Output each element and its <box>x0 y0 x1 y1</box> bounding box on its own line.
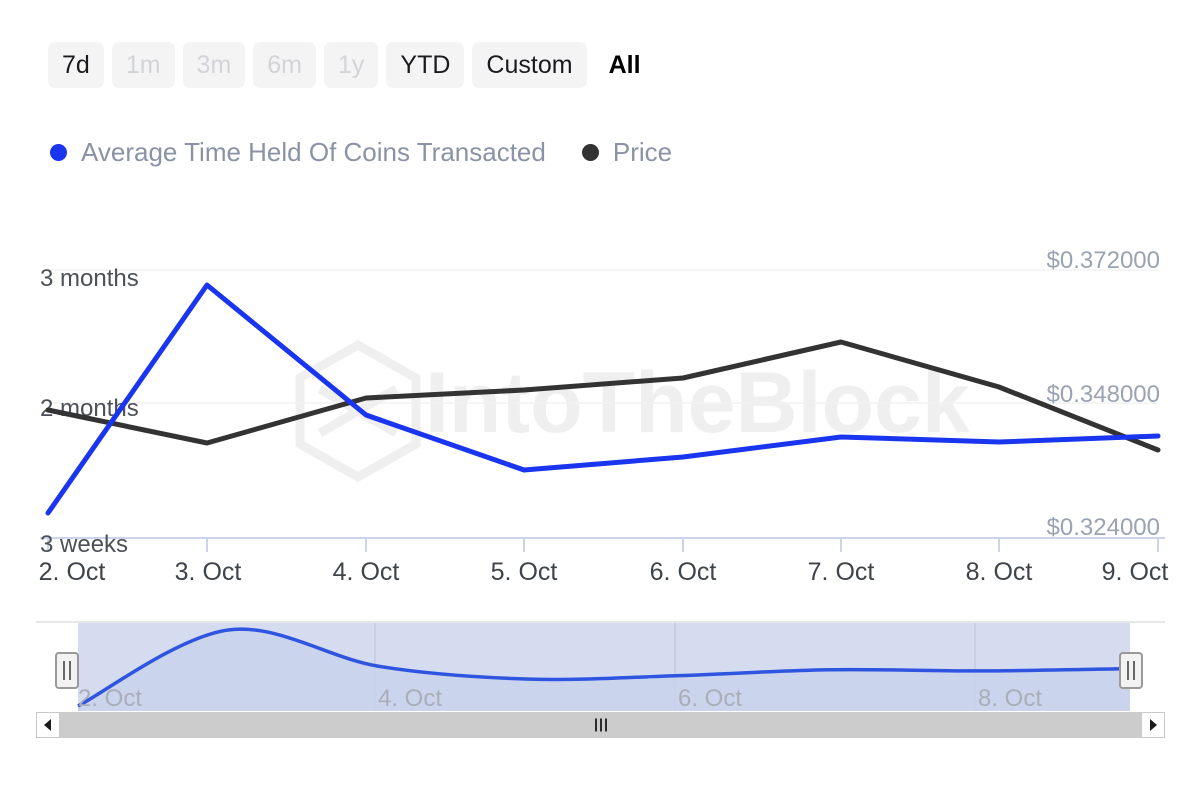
y-axis-right-tick-2: $0.348000 <box>1047 381 1160 408</box>
navigator-series-area <box>78 629 1130 711</box>
series-dot-icon <box>50 144 67 161</box>
y-axis-left-tick-2: 2 months <box>40 395 139 422</box>
y-axis-right-tick-1: $0.324000 <box>1047 514 1160 541</box>
chart-scrollbar[interactable] <box>36 712 1165 738</box>
range-button-7d[interactable]: 7d <box>48 42 104 88</box>
x-axis-label-0: 2. Oct <box>39 558 106 586</box>
y-axis-left-tick-1: 3 weeks <box>40 531 128 558</box>
x-axis-label-7: 9. Oct <box>1102 558 1169 586</box>
intotheblock-watermark: IntoTheBlock <box>300 345 970 477</box>
x-axis-label-5: 7. Oct <box>808 558 875 586</box>
navigator-labels: 2. Oct 4. Oct 6. Oct 8. Oct <box>78 685 1042 712</box>
chart-plot-area: IntoTheBlock <box>0 0 1200 800</box>
series-line-price <box>48 342 1158 450</box>
navigator-handle-left[interactable] <box>56 653 78 688</box>
y-axis-left-labels: 3 months 2 months 3 weeks <box>40 265 139 558</box>
x-axis-label-6: 8. Oct <box>966 558 1033 586</box>
chart-legend: Average Time Held Of Coins Transacted Pr… <box>50 130 708 174</box>
triangle-left-icon <box>43 719 53 731</box>
x-axis-label-1: 3. Oct <box>175 558 242 586</box>
navigator-label-3: 8. Oct <box>978 685 1042 712</box>
series-line-average-time-held <box>48 285 1158 513</box>
chart-page: 7d 1m 3m 6m 1y YTD Custom All Average Ti… <box>0 0 1200 800</box>
grip-bars-icon[interactable] <box>595 719 607 732</box>
legend-item-price[interactable]: Price <box>582 137 672 168</box>
gridlines <box>48 270 1158 403</box>
legend-label-price: Price <box>613 137 672 168</box>
legend-item-average-time-held[interactable]: Average Time Held Of Coins Transacted <box>50 137 546 168</box>
y-axis-right-tick-3: $0.372000 <box>1047 247 1160 274</box>
x-axis-label-3: 5. Oct <box>491 558 558 586</box>
range-button-custom[interactable]: Custom <box>472 42 586 88</box>
scrollbar-left-arrow-button[interactable] <box>36 712 60 738</box>
x-axis-labels: 2. Oct 3. Oct 4. Oct 5. Oct 6. Oct 7. Oc… <box>39 558 1169 586</box>
x-axis-ticks <box>48 538 1158 552</box>
scrollbar-right-arrow-button[interactable] <box>1141 712 1165 738</box>
legend-label-average-time-held: Average Time Held Of Coins Transacted <box>81 137 546 168</box>
navigator-label-2: 6. Oct <box>678 685 742 712</box>
navigator-selected-region[interactable] <box>78 623 1130 711</box>
navigator-label-1: 4. Oct <box>378 685 442 712</box>
range-button-3m[interactable]: 3m <box>183 42 246 88</box>
range-button-6m[interactable]: 6m <box>253 42 316 88</box>
navigator-series-line <box>78 629 1130 706</box>
watermark-text: IntoTheBlock <box>425 355 970 451</box>
x-axis <box>40 538 1165 552</box>
x-axis-label-2: 4. Oct <box>333 558 400 586</box>
range-button-ytd[interactable]: YTD <box>386 42 464 88</box>
series-dot-icon <box>582 144 599 161</box>
intotheblock-logo-icon <box>300 345 416 477</box>
range-button-all[interactable]: All <box>595 42 655 88</box>
y-axis-right-labels: $0.372000 $0.348000 $0.324000 <box>1047 247 1160 541</box>
range-selector: 7d 1m 3m 6m 1y YTD Custom All <box>48 42 655 88</box>
y-axis-left-tick-3: 3 months <box>40 265 139 292</box>
chart-navigator[interactable]: 2. Oct 4. Oct 6. Oct 8. Oct <box>36 622 1165 712</box>
scrollbar-track[interactable] <box>60 712 1141 738</box>
x-axis-label-4: 6. Oct <box>650 558 717 586</box>
navigator-handle-right[interactable] <box>1120 653 1142 688</box>
navigator-label-0: 2. Oct <box>78 685 142 712</box>
navigator-gridlines <box>375 623 975 711</box>
range-button-1y[interactable]: 1y <box>324 42 378 88</box>
range-button-1m[interactable]: 1m <box>112 42 175 88</box>
triangle-right-icon <box>1148 719 1158 731</box>
